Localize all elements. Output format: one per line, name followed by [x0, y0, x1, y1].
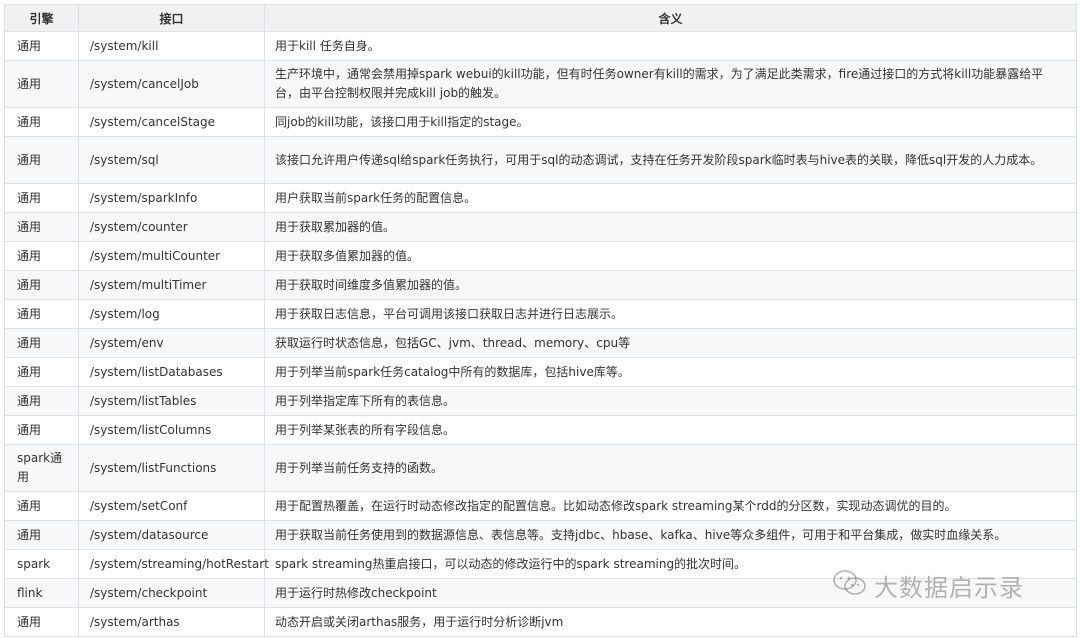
meaning-cell: 用于获取累加器的值。 — [264, 212, 1077, 242]
table-row: 通用/system/cancelJob 生产环境中，通常会禁用掉spark web… — [4, 60, 1077, 108]
engine-cell: 通用 — [4, 299, 79, 329]
meaning-cell: 用户获取当前spark任务的配置信息。 — [264, 183, 1077, 213]
engine-cell: 通用 — [4, 212, 79, 242]
meaning-cell: 用于列举当前任务支持的函数。 — [264, 444, 1077, 492]
engine-cell: 通用 — [4, 328, 79, 358]
meaning-cell: spark streaming热重启接口，可以动态的修改运行中的spark st… — [264, 549, 1077, 579]
table-row: 通用/system/sparkInfo 用户获取当前spark任务的配置信息。 — [4, 183, 1077, 213]
table-row: 通用/system/listColumns 用于列举某张表的所有字段信息。 — [4, 415, 1077, 445]
interface-cell: /system/multiCounter — [78, 241, 265, 271]
engine-cell: 通用 — [4, 107, 79, 137]
engine-cell: 通用 — [4, 183, 79, 213]
table-row: flink/system/checkpoint 用于运行时热修改checkpoin… — [4, 578, 1077, 608]
interface-cell: /system/multiTimer — [78, 270, 265, 300]
interface-cell: /system/env — [78, 328, 265, 358]
meaning-cell: 用于配置热覆盖，在运行时动态修改指定的配置信息。比如动态修改spark stre… — [264, 491, 1077, 521]
interface-cell: /system/sparkInfo — [78, 183, 265, 213]
table-row: 通用/system/cancelStage 同job的kill功能，该接口用于ki… — [4, 107, 1077, 137]
engine-cell: spark — [4, 549, 79, 579]
table-row: 通用/system/setConf 用于配置热覆盖，在运行时动态修改指定的配置信息… — [4, 491, 1077, 521]
table-header-row: 引擎 接口 含义 — [4, 4, 1077, 32]
engine-cell: flink — [4, 578, 79, 608]
interface-cell: /system/listColumns — [78, 415, 265, 445]
table-row: 通用/system/arthas 动态开启或关闭arthas服务，用于运行时分析诊… — [4, 607, 1077, 637]
engine-cell: 通用 — [4, 357, 79, 387]
engine-cell: 通用 — [4, 386, 79, 416]
engine-cell: 通用 — [4, 31, 79, 61]
interface-cell: /system/arthas — [78, 607, 265, 637]
engine-cell: 通用 — [4, 136, 79, 184]
meaning-cell: 该接口允许用户传递sql给spark任务执行，可用于sql的动态调试，支持在任务… — [264, 136, 1077, 184]
meaning-cell: 用于列举当前spark任务catalog中所有的数据库，包括hive库等。 — [264, 357, 1077, 387]
table-row: 通用/system/multiTimer 用于获取时间维度多值累加器的值。 — [4, 270, 1077, 300]
interface-table: 引擎 接口 含义 通用/system/kill 用于kill 任务自身。 通用/sy… — [4, 4, 1077, 637]
interface-cell: /system/checkpoint — [78, 578, 265, 608]
header-interface: 接口 — [78, 4, 265, 32]
interface-cell: /system/kill — [78, 31, 265, 61]
interface-cell: /system/setConf — [78, 491, 265, 521]
table-row: 通用/system/kill 用于kill 任务自身。 — [4, 31, 1077, 61]
table-row: 通用/system/multiCounter 用于获取多值累加器的值。 — [4, 241, 1077, 271]
table-row: 通用/system/log 用于获取日志信息，平台可调用该接口获取日志并进行日志展… — [4, 299, 1077, 329]
meaning-cell: 用于列举指定库下所有的表信息。 — [264, 386, 1077, 416]
meaning-cell: 获取运行时状态信息，包括GC、jvm、thread、memory、cpu等 — [264, 328, 1077, 358]
table-row: 通用/system/listTables 用于列举指定库下所有的表信息。 — [4, 386, 1077, 416]
table-row: 通用/system/env 获取运行时状态信息，包括GC、jvm、thread、m… — [4, 328, 1077, 358]
interface-cell: /system/datasource — [78, 520, 265, 550]
meaning-cell: 用于获取多值累加器的值。 — [264, 241, 1077, 271]
meaning-cell: 用于获取时间维度多值累加器的值。 — [264, 270, 1077, 300]
engine-cell: 通用 — [4, 270, 79, 300]
meaning-cell: 用于运行时热修改checkpoint — [264, 578, 1077, 608]
meaning-cell: 用于获取当前任务使用到的数据源信息、表信息等。支持jdbc、hbase、kafk… — [264, 520, 1077, 550]
engine-cell: 通用 — [4, 241, 79, 271]
engine-cell: 通用 — [4, 520, 79, 550]
interface-cell: /system/listFunctions — [78, 444, 265, 492]
meaning-cell: 生产环境中，通常会禁用掉spark webui的kill功能，但有时任务owne… — [264, 60, 1077, 108]
engine-cell: 通用 — [4, 491, 79, 521]
table-row: spark通用/system/listFunctions 用于列举当前任务支持的函… — [4, 444, 1077, 492]
table-row: spark/system/streaming/hotRestart spark s… — [4, 549, 1077, 579]
meaning-cell: 动态开启或关闭arthas服务，用于运行时分析诊断jvm — [264, 607, 1077, 637]
header-meaning: 含义 — [264, 4, 1077, 32]
meaning-cell: 同job的kill功能，该接口用于kill指定的stage。 — [264, 107, 1077, 137]
interface-cell: /system/counter — [78, 212, 265, 242]
meaning-cell: 用于列举某张表的所有字段信息。 — [264, 415, 1077, 445]
interface-cell: /system/cancelJob — [78, 60, 265, 108]
header-engine: 引擎 — [4, 4, 79, 32]
engine-cell: 通用 — [4, 415, 79, 445]
interface-cell: /system/log — [78, 299, 265, 329]
interface-cell: /system/sql — [78, 136, 265, 184]
interface-cell: /system/listDatabases — [78, 357, 265, 387]
meaning-cell: 用于获取日志信息，平台可调用该接口获取日志并进行日志展示。 — [264, 299, 1077, 329]
meaning-cell: 用于kill 任务自身。 — [264, 31, 1077, 61]
interface-cell: /system/listTables — [78, 386, 265, 416]
interface-cell: /system/streaming/hotRestart — [78, 549, 269, 579]
interface-cell: /system/cancelStage — [78, 107, 265, 137]
engine-cell: 通用 — [4, 607, 79, 637]
engine-cell: 通用 — [4, 60, 79, 108]
table-row: 通用/system/datasource 用于获取当前任务使用到的数据源信息、表信… — [4, 520, 1077, 550]
table-row: 通用/system/listDatabases 用于列举当前spark任务cata… — [4, 357, 1077, 387]
table-row: 通用/system/sql 该接口允许用户传递sql给spark任务执行，可用于s… — [4, 136, 1077, 184]
table-row: 通用/system/counter 用于获取累加器的值。 — [4, 212, 1077, 242]
engine-cell: spark通用 — [4, 444, 79, 492]
